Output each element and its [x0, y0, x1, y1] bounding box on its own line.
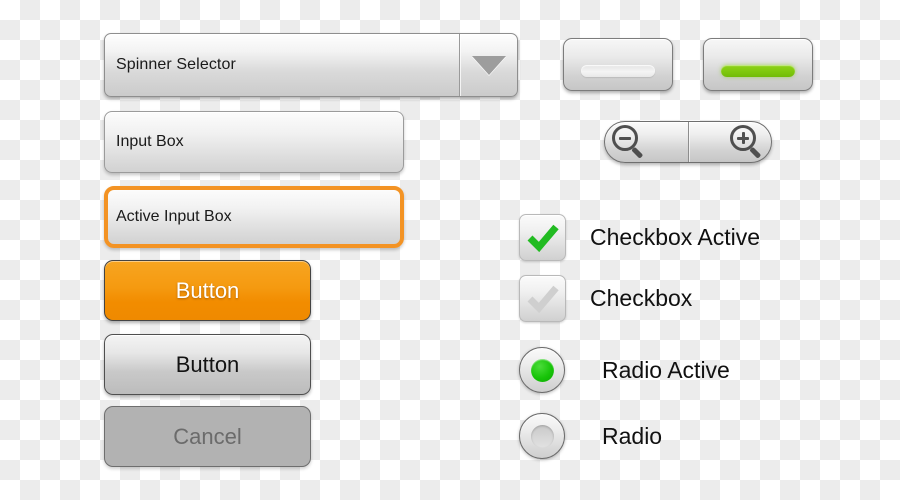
spinner-dropdown-button[interactable]: [459, 34, 517, 96]
radio-dot-icon: [530, 424, 554, 448]
zoom-control: [604, 121, 772, 163]
toggle-button-on[interactable]: [703, 38, 813, 91]
toggle-indicator-bar-off: [581, 65, 655, 77]
chevron-down-icon: [471, 55, 506, 75]
radio-active-label: Radio Active: [602, 356, 730, 383]
primary-button-label: Button: [175, 277, 240, 303]
radio-row[interactable]: Radio: [519, 413, 662, 459]
checkbox-active[interactable]: [519, 214, 566, 261]
active-input-box[interactable]: Active Input Box: [104, 186, 404, 248]
magnifier-plus-icon: [730, 125, 764, 159]
radio-label: Radio: [602, 422, 663, 449]
spinner-selector-label: Spinner Selector: [116, 56, 236, 73]
checkbox-active-label: Checkbox Active: [590, 224, 761, 250]
toggle-button-off[interactable]: [563, 38, 673, 91]
default-button[interactable]: Button: [104, 334, 311, 395]
check-icon-muted: [527, 285, 559, 313]
radio-row-active[interactable]: Radio Active: [519, 347, 730, 393]
checkbox[interactable]: [519, 275, 566, 322]
active-input-box-value: Active Input Box: [116, 208, 232, 225]
widget-showcase-canvas: Spinner Selector Input Box Active Input …: [0, 0, 900, 500]
cancel-button-label: Cancel: [173, 423, 242, 449]
checkbox-row-active[interactable]: Checkbox Active: [519, 214, 760, 261]
zoom-out-button[interactable]: [605, 122, 688, 162]
radio-dot-selected-icon: [530, 358, 554, 382]
default-button-label: Button: [175, 351, 240, 377]
checkbox-label: Checkbox: [590, 285, 693, 311]
spinner-selector[interactable]: Spinner Selector: [104, 33, 518, 97]
input-box-value: Input Box: [116, 133, 184, 150]
magnifier-minus-icon: [612, 125, 646, 159]
input-box[interactable]: Input Box: [104, 111, 404, 173]
cancel-button: Cancel: [104, 406, 311, 467]
primary-button[interactable]: Button: [104, 260, 311, 321]
radio-active[interactable]: [519, 347, 565, 393]
checkbox-row[interactable]: Checkbox: [519, 275, 692, 322]
radio[interactable]: [519, 413, 565, 459]
toggle-indicator-bar-on: [721, 65, 795, 77]
check-icon: [527, 224, 559, 252]
zoom-in-button[interactable]: [687, 122, 772, 162]
